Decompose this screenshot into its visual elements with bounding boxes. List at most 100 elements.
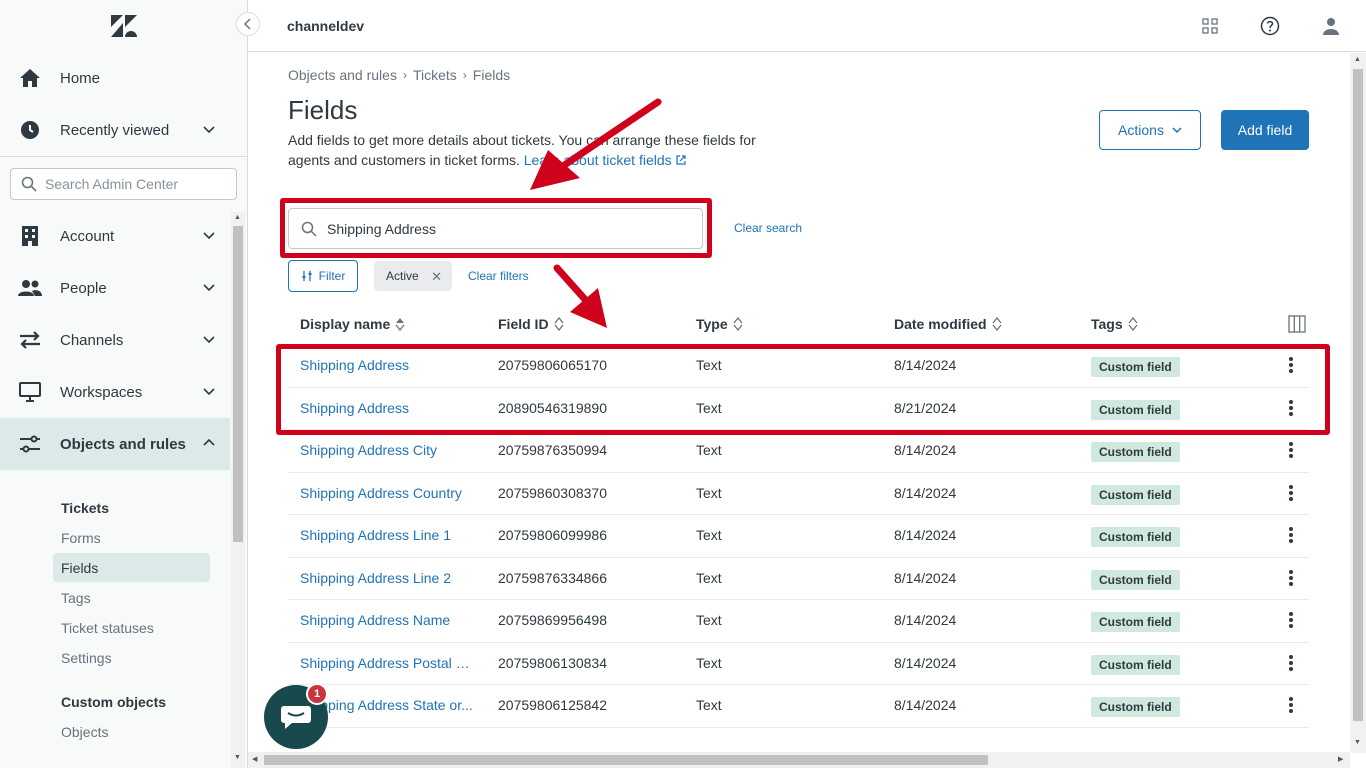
filter-button[interactable]: Filter xyxy=(288,260,358,292)
overflow-menu-icon[interactable] xyxy=(1286,440,1296,460)
column-type[interactable]: Type xyxy=(696,316,743,332)
overflow-menu-icon[interactable] xyxy=(1286,525,1296,545)
main-vertical-scrollbar[interactable]: ▲ ▼ xyxy=(1350,53,1366,753)
nav-workspaces[interactable]: Workspaces xyxy=(0,366,230,418)
scroll-down-icon[interactable]: ▼ xyxy=(234,754,241,761)
nav-label: People xyxy=(60,279,107,297)
chevron-down-icon xyxy=(203,388,215,396)
sidebar-scrollbar[interactable]: ▲ ▼ xyxy=(231,212,245,768)
nav-home[interactable]: Home xyxy=(0,52,230,104)
nav-account[interactable]: Account xyxy=(0,210,230,262)
field-type: Text xyxy=(696,654,722,671)
table-row[interactable]: Shipping Address State or... 207598061258… xyxy=(288,685,1309,728)
help-icon[interactable] xyxy=(1258,14,1282,38)
overflow-menu-icon[interactable] xyxy=(1286,568,1296,588)
subnav-tickets-title: Tickets xyxy=(61,500,109,516)
nav-label: Home xyxy=(60,69,101,87)
overflow-menu-icon[interactable] xyxy=(1286,653,1296,673)
divider xyxy=(0,156,248,157)
field-id: 20759860308370 xyxy=(498,484,608,501)
column-tags[interactable]: Tags xyxy=(1091,316,1138,332)
nav-label: Channels xyxy=(60,331,124,349)
field-name-link[interactable]: Shipping Address Postal C... xyxy=(300,655,475,671)
search-admin-input[interactable]: Search Admin Center xyxy=(10,168,237,200)
table-row[interactable]: Shipping Address Line 2 20759876334866 Tex… xyxy=(288,558,1309,600)
actions-button[interactable]: Actions xyxy=(1099,110,1201,150)
table-row[interactable]: Shipping Address Country 20759860308370 Te… xyxy=(288,473,1309,515)
subnav-fields[interactable]: Fields xyxy=(53,553,210,582)
arrows-icon xyxy=(18,328,42,352)
field-date-modified: 8/14/2024 xyxy=(894,527,957,543)
custom-field-tag: Custom field xyxy=(1091,697,1180,717)
scrollbar-thumb[interactable] xyxy=(264,755,988,765)
columns-icon[interactable] xyxy=(1288,315,1306,333)
breadcrumb-objects-and-rules[interactable]: Objects and rules xyxy=(288,67,397,83)
field-name-link[interactable]: Shipping Address Line 2 xyxy=(300,570,475,586)
scroll-up-icon[interactable]: ▲ xyxy=(1354,56,1361,63)
subnav-forms[interactable]: Forms xyxy=(53,523,210,552)
scrollbar-thumb[interactable] xyxy=(233,226,243,542)
description-text: Add fields to get more details about tic… xyxy=(288,132,756,168)
search-icon xyxy=(21,176,37,192)
breadcrumb-fields: Fields xyxy=(472,67,511,83)
scroll-left-icon[interactable]: ◀ xyxy=(252,755,257,763)
page-description: Add fields to get more details about tic… xyxy=(288,130,768,170)
field-name-link[interactable]: Shipping Address Line 1 xyxy=(300,527,475,543)
subnav-objects[interactable]: Objects xyxy=(53,717,210,746)
subnav-custom-objects-title: Custom objects xyxy=(61,694,167,710)
table-row[interactable]: Shipping Address Postal C... 207598061308… xyxy=(288,643,1309,685)
page-title: Fields xyxy=(288,95,358,125)
subnav-settings[interactable]: Settings xyxy=(53,643,210,672)
zendesk-logo[interactable] xyxy=(110,14,138,38)
sidebar: Home Recently viewed Search Admin Center… xyxy=(0,0,248,768)
clear-search-link[interactable]: Clear search xyxy=(734,221,802,235)
annotation-box-search xyxy=(280,198,712,258)
account-name: channeldev xyxy=(287,18,365,34)
apps-grid-icon[interactable] xyxy=(1198,14,1222,38)
scroll-up-icon[interactable]: ▲ xyxy=(234,214,241,221)
scroll-right-icon[interactable]: ▶ xyxy=(1338,755,1343,763)
active-filter-chip[interactable]: Active ✕ xyxy=(374,261,452,291)
nav-channels[interactable]: Channels xyxy=(0,314,230,366)
column-display-name[interactable]: Display name xyxy=(300,316,405,332)
field-name-link[interactable]: Shipping Address Country xyxy=(300,485,475,501)
nav-label: Objects and rules xyxy=(60,435,186,453)
field-name-link[interactable]: Shipping Address City xyxy=(300,442,475,458)
nav-label: Recently viewed xyxy=(60,121,170,139)
custom-field-tag: Custom field xyxy=(1091,569,1180,590)
table-row[interactable]: Shipping Address Name 20759869956498 Text 8… xyxy=(288,600,1309,643)
scrollbar-thumb[interactable] xyxy=(1353,69,1363,721)
overflow-menu-icon[interactable] xyxy=(1286,483,1296,503)
overflow-menu-icon[interactable] xyxy=(1286,610,1296,630)
table-row[interactable]: Shipping Address Line 1 20759806099986 Tex… xyxy=(288,515,1309,558)
main-horizontal-scrollbar[interactable]: ◀ ▶ xyxy=(248,752,1350,768)
custom-field-tag: Custom field xyxy=(1091,442,1180,462)
learn-more-link[interactable]: Learn about ticket fields xyxy=(524,152,686,168)
sort-icon xyxy=(395,318,405,331)
column-date-modified[interactable]: Date modified xyxy=(894,316,1002,332)
user-avatar-icon[interactable] xyxy=(1319,14,1343,38)
subnav-ticket-statuses[interactable]: Ticket statuses xyxy=(53,613,210,642)
field-type: Text xyxy=(696,697,722,713)
nav-recently-viewed[interactable]: Recently viewed xyxy=(0,104,230,156)
column-label: Field ID xyxy=(498,316,549,332)
collapse-sidebar-button[interactable] xyxy=(236,12,260,36)
close-icon[interactable]: ✕ xyxy=(431,269,442,285)
external-link-icon xyxy=(675,155,686,165)
add-field-button[interactable]: Add field xyxy=(1221,110,1309,150)
breadcrumb-tickets[interactable]: Tickets xyxy=(413,67,457,83)
chevron-up-icon xyxy=(203,438,215,446)
nav-people[interactable]: People xyxy=(0,262,230,314)
field-type: Text xyxy=(696,442,722,458)
subnav-tags[interactable]: Tags xyxy=(53,583,210,612)
table-row[interactable]: Shipping Address City 20759876350994 Text 8… xyxy=(288,430,1309,473)
column-field-id[interactable]: Field ID xyxy=(498,316,564,332)
chevron-down-icon xyxy=(203,232,215,240)
field-name-link[interactable]: Shipping Address Name xyxy=(300,612,475,628)
annotation-box-rows xyxy=(276,344,1330,435)
scroll-down-icon[interactable]: ▼ xyxy=(1354,739,1361,746)
nav-objects-and-rules[interactable]: Objects and rules xyxy=(0,418,230,470)
clear-filters-link[interactable]: Clear filters xyxy=(468,269,529,283)
field-type: Text xyxy=(696,569,722,586)
overflow-menu-icon[interactable] xyxy=(1286,695,1296,715)
